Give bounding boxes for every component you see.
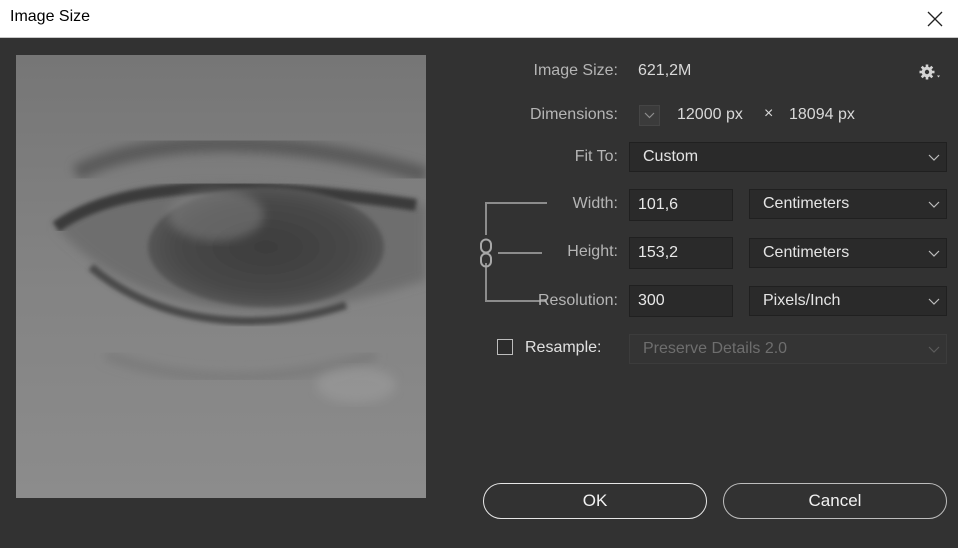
image-preview[interactable] xyxy=(16,55,426,498)
constrain-bracket-lower xyxy=(485,263,487,301)
dimensions-height-value: 18094 px xyxy=(789,106,855,123)
gear-icon xyxy=(919,64,940,80)
settings-button[interactable] xyxy=(918,63,944,81)
width-unit-select[interactable]: Centimeters xyxy=(749,189,947,219)
close-button[interactable] xyxy=(912,0,958,37)
dimensions-width-value: 12000 px xyxy=(677,106,743,123)
resample-method-value: Preserve Details 2.0 xyxy=(643,340,788,357)
resolution-unit-select[interactable]: Pixels/Inch xyxy=(749,286,947,316)
image-size-value: 621,2M xyxy=(638,62,692,79)
width-unit-value: Centimeters xyxy=(763,195,850,212)
resolution-label: Resolution: xyxy=(537,292,618,309)
fit-to-label: Fit To: xyxy=(574,148,618,165)
image-size-label: Image Size: xyxy=(533,62,618,79)
chevron-down-icon xyxy=(928,346,940,353)
fit-to-value: Custom xyxy=(643,148,699,165)
constrain-bracket-upper xyxy=(485,202,487,235)
dimensions-dropdown-toggle[interactable] xyxy=(639,105,660,126)
window-title: Image Size xyxy=(10,8,91,25)
resample-label: Resample: xyxy=(525,339,602,356)
height-unit-value: Centimeters xyxy=(763,244,850,261)
height-unit-select[interactable]: Centimeters xyxy=(749,238,947,268)
eye-photo xyxy=(16,55,426,498)
fit-to-select[interactable]: Custom xyxy=(629,142,947,172)
ok-button[interactable]: OK xyxy=(483,483,707,519)
width-label: Width: xyxy=(572,195,618,212)
resolution-unit-value: Pixels/Inch xyxy=(763,292,841,309)
resample-method-select: Preserve Details 2.0 xyxy=(629,334,947,364)
chevron-down-icon xyxy=(928,154,940,161)
chevron-down-icon xyxy=(928,298,940,305)
dimensions-label: Dimensions: xyxy=(529,106,618,123)
close-icon xyxy=(927,11,943,26)
chevron-down-icon xyxy=(928,250,940,257)
cancel-button[interactable]: Cancel xyxy=(723,483,947,519)
chevron-down-icon xyxy=(644,112,655,119)
height-input[interactable] xyxy=(629,237,733,269)
resolution-input[interactable] xyxy=(629,285,733,317)
width-input[interactable] xyxy=(629,189,733,221)
title-bar: Image Size xyxy=(0,0,958,38)
height-label: Height: xyxy=(567,243,618,260)
resample-checkbox[interactable] xyxy=(497,339,513,355)
dialog-body: Image Size: 621,2M Dimensions: 12000 px … xyxy=(0,38,958,548)
chevron-down-icon xyxy=(928,201,940,208)
dimensions-times: × xyxy=(764,105,774,122)
